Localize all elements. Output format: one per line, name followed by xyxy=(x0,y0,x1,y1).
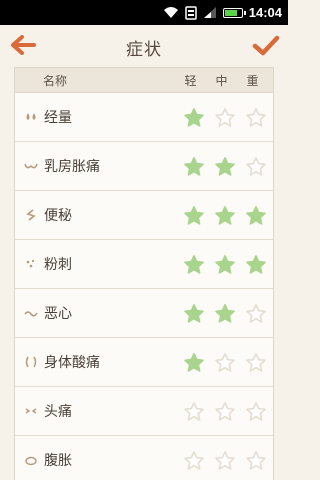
body-ache-icon xyxy=(24,355,38,369)
symptom-label: 粉刺 xyxy=(44,257,72,273)
symptom-label: 经量 xyxy=(44,110,72,126)
symptom-table: 名称 轻 中 重 经量乳房胀痛便秘粉刺恶心身体酸痛头痛腹胀 xyxy=(14,67,274,480)
severity-rating xyxy=(178,396,271,427)
symptom-row: 便秘 xyxy=(15,191,273,240)
constipation-icon xyxy=(24,208,38,222)
star-medium-icon[interactable] xyxy=(209,396,240,427)
symptom-row: 腹胀 xyxy=(15,436,273,480)
symptom-label: 乳房胀痛 xyxy=(44,159,100,175)
wifi-icon xyxy=(163,6,179,19)
page-title: 症状 xyxy=(126,40,162,60)
symptom-label: 腹胀 xyxy=(44,453,72,469)
star-mild-icon[interactable] xyxy=(178,298,209,329)
table-header: 名称 轻 中 重 xyxy=(15,68,273,93)
star-medium-icon[interactable] xyxy=(209,298,240,329)
star-medium-icon[interactable] xyxy=(209,445,240,476)
star-severe-icon[interactable] xyxy=(240,151,271,182)
star-mild-icon[interactable] xyxy=(178,445,209,476)
symptom-label: 身体酸痛 xyxy=(44,355,100,371)
status-bar: 14:04 xyxy=(0,0,288,25)
column-mild-header: 轻 xyxy=(184,73,197,88)
star-medium-icon[interactable] xyxy=(209,151,240,182)
bra-icon xyxy=(24,159,38,173)
column-medium-header: 中 xyxy=(215,73,228,88)
star-medium-icon[interactable] xyxy=(209,249,240,280)
star-severe-icon[interactable] xyxy=(240,396,271,427)
status-time: 14:04 xyxy=(248,5,282,20)
star-medium-icon[interactable] xyxy=(209,200,240,231)
star-mild-icon[interactable] xyxy=(178,396,209,427)
symptom-label: 头痛 xyxy=(44,404,72,420)
header: 症状 xyxy=(0,25,288,70)
column-name-header: 名称 xyxy=(43,73,68,88)
severity-rating xyxy=(178,151,271,182)
star-severe-icon[interactable] xyxy=(240,249,271,280)
severity-rating xyxy=(178,298,271,329)
star-medium-icon[interactable] xyxy=(209,102,240,133)
checkmark-icon[interactable] xyxy=(252,35,280,61)
symptom-row: 经量 xyxy=(15,93,273,142)
symptom-label: 恶心 xyxy=(44,306,72,322)
back-arrow-icon[interactable] xyxy=(10,35,36,59)
star-mild-icon[interactable] xyxy=(178,151,209,182)
battery-icon xyxy=(222,7,246,18)
acne-icon xyxy=(24,257,38,271)
severity-rating xyxy=(178,102,271,133)
headache-icon xyxy=(24,404,38,418)
symptom-label: 便秘 xyxy=(44,208,72,224)
nausea-icon xyxy=(24,306,38,320)
severity-rating xyxy=(178,347,271,378)
signal-icon xyxy=(203,6,217,19)
star-severe-icon[interactable] xyxy=(240,200,271,231)
star-severe-icon[interactable] xyxy=(240,298,271,329)
star-severe-icon[interactable] xyxy=(240,102,271,133)
severity-rating xyxy=(178,200,271,231)
symptom-row: 乳房胀痛 xyxy=(15,142,273,191)
star-severe-icon[interactable] xyxy=(240,347,271,378)
symptom-row: 头痛 xyxy=(15,387,273,436)
symptom-row: 身体酸痛 xyxy=(15,338,273,387)
symptom-list: 经量乳房胀痛便秘粉刺恶心身体酸痛头痛腹胀 xyxy=(15,93,273,480)
bloating-icon xyxy=(24,453,38,467)
column-severe-header: 重 xyxy=(246,73,259,88)
star-mild-icon[interactable] xyxy=(178,347,209,378)
symptom-row: 粉刺 xyxy=(15,240,273,289)
notification-icon xyxy=(185,5,197,20)
severity-rating xyxy=(178,249,271,280)
star-medium-icon[interactable] xyxy=(209,347,240,378)
star-mild-icon[interactable] xyxy=(178,102,209,133)
symptom-row: 恶心 xyxy=(15,289,273,338)
drops-icon xyxy=(24,110,38,124)
star-mild-icon[interactable] xyxy=(178,249,209,280)
severity-rating xyxy=(178,445,271,476)
star-severe-icon[interactable] xyxy=(240,445,271,476)
star-mild-icon[interactable] xyxy=(178,200,209,231)
